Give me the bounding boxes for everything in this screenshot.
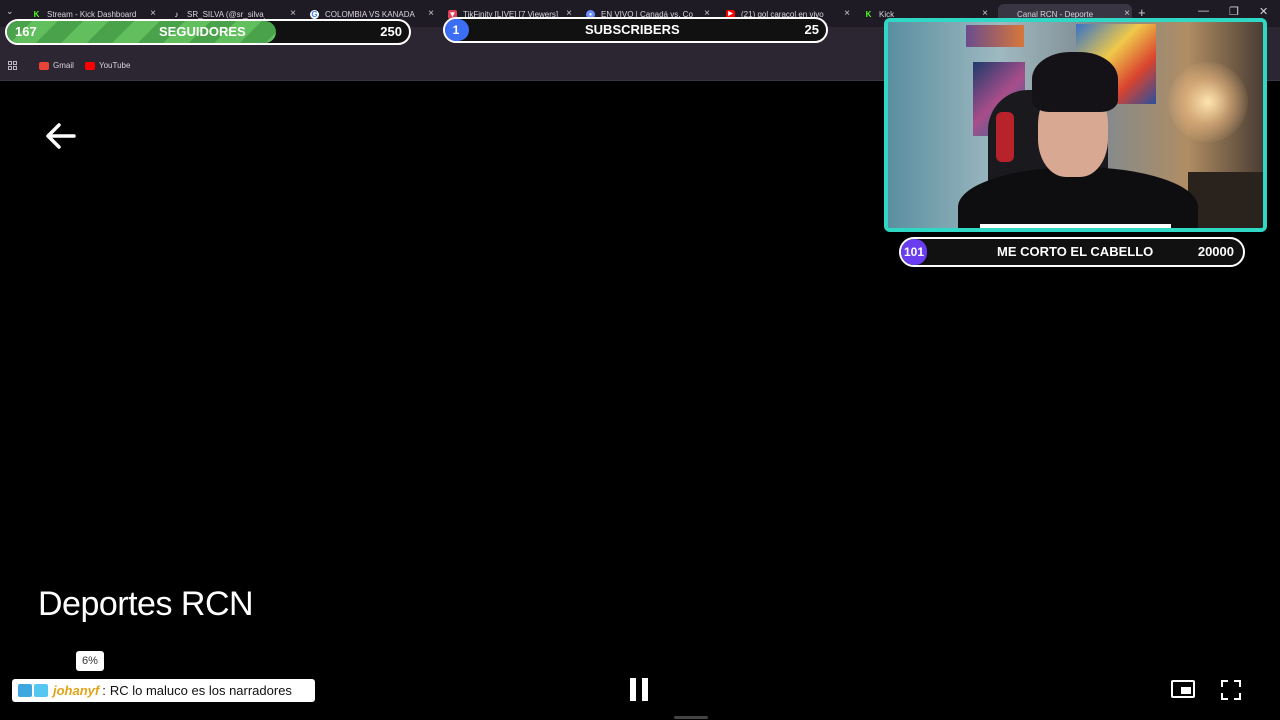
fullscreen-icon — [1234, 680, 1241, 687]
followers-goal: 250 — [380, 24, 402, 39]
haircut-goal: 20000 — [1197, 244, 1234, 259]
kick-icon: K — [33, 9, 40, 19]
poster — [966, 25, 1024, 47]
google-icon: G — [310, 9, 319, 19]
chat-separator: : — [102, 683, 106, 698]
close-tab-icon[interactable]: × — [290, 8, 296, 19]
back-arrow-icon[interactable] — [44, 122, 76, 150]
webcam-feed — [884, 18, 1267, 232]
pip-icon — [1181, 687, 1191, 694]
followers-current: 167 — [15, 24, 37, 39]
pause-button[interactable] — [629, 678, 649, 701]
youtube-icon — [85, 61, 95, 70]
chat-username: johanyf — [53, 683, 100, 698]
tab-title: COLOMBIA VS KANADA — [325, 9, 415, 19]
gmail-icon — [39, 61, 49, 70]
tab-title: SR_SILVA (@sr_silva_c — [187, 9, 265, 19]
kick-icon: K — [865, 9, 872, 19]
haircut-current: 101 — [903, 241, 925, 263]
webcam-progress-bar — [980, 224, 1171, 228]
haircut-goal-bar: 101 ME CORTO EL CABELLO 20000 — [899, 237, 1245, 267]
chat-text: RC lo maluco es los narradores — [109, 683, 292, 698]
fullscreen-icon — [1221, 680, 1228, 687]
subscriber-badge-icon — [18, 684, 32, 697]
subscribers-current: 1 — [445, 19, 467, 41]
bookmark-label: Gmail — [53, 61, 74, 70]
pause-icon — [630, 678, 636, 701]
screen: ⌄ K Stream - Kick Dashboard × ♪ SR_SILVA… — [0, 0, 1280, 720]
moderator-badge-icon — [34, 684, 48, 697]
followers-label: SEGUIDORES — [159, 24, 246, 39]
followers-goal-bar: 167 SEGUIDORES 250 — [5, 19, 411, 45]
haircut-label: ME CORTO EL CABELLO — [997, 244, 1154, 259]
bookmark-youtube[interactable]: YouTube — [85, 61, 130, 70]
close-tab-icon[interactable]: × — [844, 8, 850, 19]
bottom-handle — [674, 716, 708, 719]
subscribers-goal-bar: 1 SUBSCRIBERS 25 — [443, 17, 828, 43]
apps-grid-icon[interactable] — [8, 61, 18, 71]
bookmark-gmail[interactable]: Gmail — [39, 61, 74, 70]
fullscreen-button[interactable] — [1221, 680, 1241, 700]
percent-badge: 6% — [76, 651, 104, 671]
picture-in-picture-button[interactable] — [1171, 680, 1195, 698]
window-close-icon[interactable]: ✕ — [1259, 5, 1268, 18]
restore-icon[interactable]: ❐ — [1229, 5, 1239, 18]
tab-search-chevron-icon[interactable]: ⌄ — [6, 6, 14, 17]
close-tab-icon[interactable]: × — [428, 8, 434, 19]
fullscreen-icon — [1221, 693, 1228, 700]
bookmark-label: YouTube — [99, 61, 131, 70]
close-tab-icon[interactable]: × — [150, 8, 156, 19]
tiktok-icon: ♪ — [174, 9, 179, 19]
channel-title: Deportes RCN — [38, 585, 254, 623]
fullscreen-icon — [1234, 693, 1241, 700]
pause-icon — [642, 678, 648, 701]
minimize-icon[interactable]: — — [1198, 5, 1209, 17]
chat-message: johanyf : RC lo maluco es los narradores — [12, 679, 315, 702]
subscribers-goal: 25 — [804, 22, 819, 37]
subscribers-label: SUBSCRIBERS — [585, 22, 680, 37]
tab-title: Stream - Kick Dashboard — [47, 9, 137, 19]
